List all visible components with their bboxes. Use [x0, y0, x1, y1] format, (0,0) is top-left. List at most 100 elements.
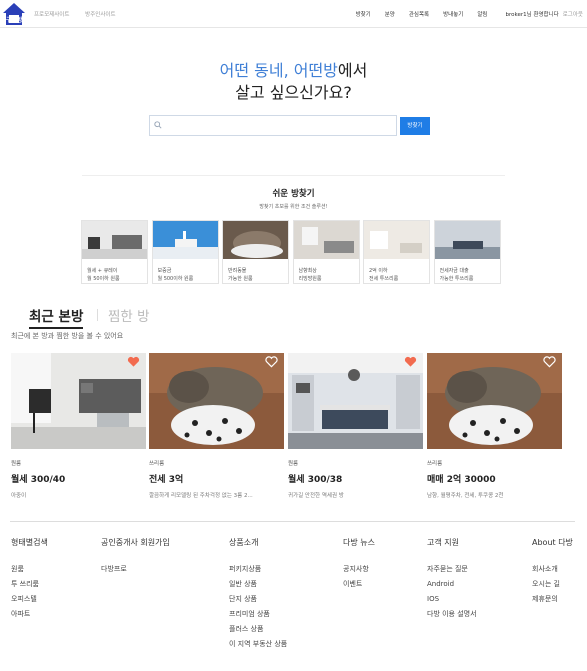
top-header: 구해방 프로모제사이트 방주인사이트 방찾기 분양 관심목록 방내놓기 알림 b… [0, 0, 587, 28]
footer-link[interactable]: 플러스 상품 [229, 622, 287, 637]
footer-link[interactable]: 공지사항 [343, 562, 375, 577]
footer-link[interactable]: Android [427, 577, 477, 592]
room-card[interactable]: 쓰리룸 전세 3억 깔끔하게 리모델링 된 주차걱정 없는 3룸 2... [149, 353, 284, 499]
nav-find-room[interactable]: 방찾기 [356, 10, 371, 18]
footer-link[interactable]: 원룸 [11, 562, 48, 577]
footer-col-news: 다방 뉴스 공지사항 이벤트 [343, 537, 375, 592]
room-card[interactable]: 원룸 월세 300/38 귀가길 안전한 역세권 방 [288, 353, 423, 499]
easy-card-line2: 가능한 투쓰리룸 [439, 276, 474, 282]
easy-card-jeonse[interactable]: 2억 이하 전세 투쓰리룸 [363, 220, 430, 284]
footer-link[interactable]: IOS [427, 592, 477, 607]
cat-photo [223, 221, 288, 259]
footer-col-title: About 다방 [532, 538, 573, 547]
footer-link[interactable]: 자주묻는 질문 [427, 562, 477, 577]
search-input[interactable] [166, 118, 392, 133]
easy-search-cards: 월세 + 큐레이 월 50이하 원룸 보증금 월 500이하 원룸 반려동물 가… [81, 220, 504, 284]
room-photo-kitchen [288, 353, 423, 449]
section-divider [82, 175, 505, 176]
easy-card-line1: 전세자금 대출 [439, 268, 469, 274]
tab-separator [97, 309, 98, 321]
easy-card-loan[interactable]: 전세자금 대출 가능한 투쓰리룸 [433, 220, 501, 284]
top-links: 프로모제사이트 방주인사이트 [34, 10, 130, 18]
easy-card-line1: 2억 이하 [369, 268, 388, 274]
footer-link[interactable]: 제휴문의 [532, 592, 573, 607]
room-description: 깔끔하게 리모델링 된 주차걱정 없는 3룸 2... [149, 493, 253, 499]
room-price: 매매 2억 30000 [427, 475, 496, 485]
footer-col-type-search: 형태별검색 원룸 투 쓰리룸 오피스텔 아파트 [11, 537, 48, 622]
room-card[interactable]: 원룸 월세 300/40 아중이 [11, 353, 146, 499]
footer-col-title: 다방 뉴스 [343, 538, 375, 547]
easy-card-line2: 월 50이하 원룸 [87, 276, 120, 282]
white-room-photo [364, 221, 429, 259]
room-price: 전세 3억 [149, 475, 184, 485]
nav-favorites[interactable]: 관심목록 [409, 10, 429, 18]
footer-col-title: 고객 지원 [427, 538, 459, 547]
room-price: 월세 300/38 [288, 475, 343, 485]
footer-col-broker: 공인중개사 회원가입 다방프로 [101, 537, 170, 577]
easy-card-line1: 반려동물 [228, 268, 247, 274]
hero-title-line2: 살고 싶으신가요? [235, 83, 352, 102]
easy-card-line2: 리빙방원룸 [298, 276, 322, 282]
footer-link[interactable]: 단지 상품 [229, 592, 287, 607]
easy-card-pets[interactable]: 반려동물 가능한 원룸 [222, 220, 289, 284]
footer-link[interactable]: 이벤트 [343, 577, 375, 592]
footer-link[interactable]: 다방프로 [101, 562, 170, 577]
room-photo-cat [427, 353, 562, 449]
blue-room-photo [152, 221, 218, 259]
easy-card-line2: 전세 투쓰리룸 [369, 276, 399, 282]
footer-link[interactable]: 프리미엄 상품 [229, 607, 287, 622]
footer-link[interactable]: 오시는 길 [532, 577, 573, 592]
nav-presale[interactable]: 분양 [385, 10, 395, 18]
footer-col-support: 고객 지원 자주묻는 질문 Android IOS 다방 이용 설명서 [427, 537, 477, 622]
easy-card-deposit[interactable]: 보증금 월 500이하 원룸 [151, 220, 219, 284]
heart-outline-icon[interactable] [265, 356, 278, 368]
hero-highlight: 어떤 동네, 어떤방 [219, 61, 338, 80]
room-description: 남향, 월평주차, 전세, 투쿠콩 2천 [427, 493, 504, 499]
footer-link[interactable]: 투 쓰리룸 [11, 577, 48, 592]
heart-filled-icon[interactable] [127, 356, 140, 368]
hero-title-line1: 어떤 동네, 어떤방에서 [0, 60, 587, 82]
nav-list-room[interactable]: 방내놓기 [443, 10, 463, 18]
room-card[interactable]: 쓰리룸 매매 2억 30000 남향, 월평주차, 전세, 투쿠콩 2천 [427, 353, 562, 499]
logout-link[interactable]: 로그아웃 [563, 10, 583, 18]
room-photo-cat [149, 353, 284, 449]
main-nav: 방찾기 분양 관심목록 방내놓기 알림 broker1님 환영합니다 로그아웃 [342, 10, 583, 18]
search-button[interactable]: 방찾기 [400, 117, 430, 135]
tab-liked[interactable]: 찜한 방 [108, 305, 150, 325]
footer-col-about: About 다방 회사소개 오시는 길 제휴문의 [532, 537, 573, 607]
user-greeting: broker1님 환영합니다 [505, 12, 559, 18]
footer-link[interactable]: 회사소개 [532, 562, 573, 577]
room-type: 쓰리룸 [149, 461, 165, 467]
heart-filled-icon[interactable] [404, 356, 417, 368]
easy-card-line1: 보증금 [157, 268, 172, 274]
footer-col-title: 상품소개 [229, 538, 259, 547]
easy-card-south[interactable]: 남향최상 리빙방원룸 [292, 220, 360, 284]
easy-card-monthly[interactable]: 월세 + 큐레이 월 50이하 원룸 [81, 220, 148, 284]
footer-link[interactable]: 다방 이용 설명서 [427, 607, 477, 622]
footer-link[interactable]: 이 지역 부동산 상품 [229, 637, 287, 652]
easy-card-line2: 가능한 원룸 [228, 276, 253, 282]
footer-link[interactable]: 아파트 [11, 607, 48, 622]
heart-outline-icon[interactable] [543, 356, 556, 368]
room-type: 원룸 [288, 461, 299, 467]
kitchen-photo [293, 221, 359, 259]
logo-text[interactable]: 구해방 [6, 15, 23, 24]
footer-link[interactable]: 오피스텔 [11, 592, 48, 607]
room-description: 귀가길 안전한 역세권 방 [288, 493, 344, 499]
search-icon [154, 121, 162, 129]
tab-recent[interactable]: 최근 본방 [29, 305, 84, 329]
footer-col-title: 공인중개사 회원가입 [101, 538, 170, 547]
room-type: 원룸 [11, 461, 22, 467]
easy-card-line2: 월 500이하 원룸 [157, 276, 194, 282]
footer-divider [10, 521, 575, 522]
top-link-promo[interactable]: 프로모제사이트 [34, 12, 69, 18]
room-price: 월세 300/40 [11, 475, 66, 485]
easy-card-line1: 남향최상 [298, 268, 317, 274]
top-link-owner[interactable]: 방주인사이트 [85, 12, 115, 18]
search-box[interactable] [149, 115, 397, 136]
footer-link[interactable]: 퍼키지상품 [229, 562, 287, 577]
room-type: 쓰리룸 [427, 461, 443, 467]
nav-alerts[interactable]: 알림 [477, 10, 487, 18]
hero-line1-rest: 에서 [337, 61, 368, 80]
footer-link[interactable]: 일반 상품 [229, 577, 287, 592]
